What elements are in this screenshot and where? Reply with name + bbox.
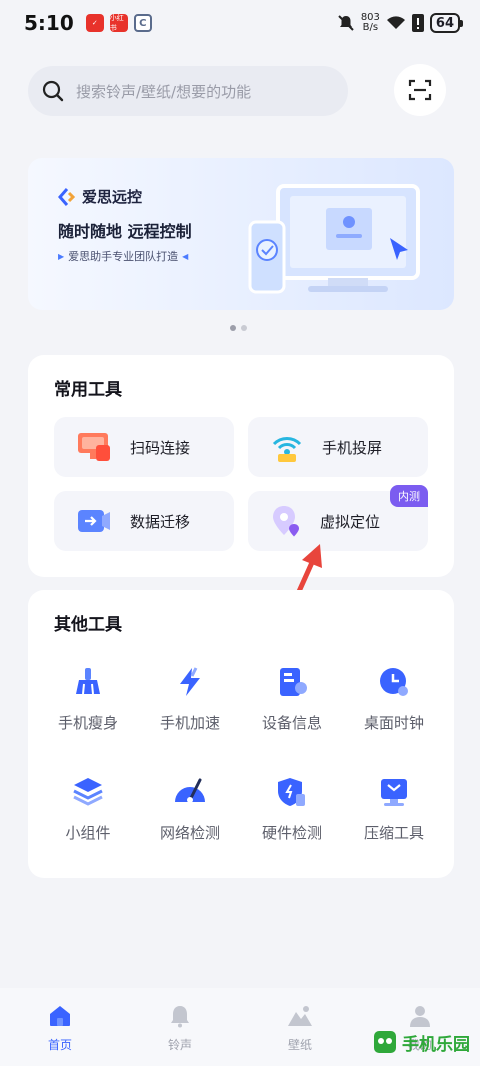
other-tools-title: 其他工具	[54, 615, 122, 635]
tool-label: 桌面时钟	[363, 714, 424, 732]
screen-cast-icon	[272, 437, 302, 462]
beta-badge: 内测	[390, 485, 428, 507]
nav-home[interactable]: 首页	[0, 988, 120, 1066]
nav-label: 铃声	[167, 1038, 192, 1052]
data-migrate-icon	[78, 510, 110, 532]
search-placeholder: 搜索铃声/壁纸/想要的功能	[76, 82, 252, 101]
tool-label: 硬件检测	[261, 824, 322, 842]
virtual-location-icon	[273, 506, 299, 537]
promo-banner[interactable]: 爱思远控 随时随地 远程控制 ▶ 爱思助手专业团队打造 ◀	[28, 158, 454, 310]
search-input[interactable]: 搜索铃声/壁纸/想要的功能	[28, 66, 348, 116]
banner-subline-text: 爱思助手专业团队打造	[68, 250, 179, 263]
tool-phone-slim[interactable]: 手机瘦身	[36, 666, 140, 733]
lightning-icon	[180, 667, 200, 696]
gauge-icon	[175, 778, 205, 803]
triangle-right-icon: ▶	[58, 251, 65, 261]
status-time: 5:10	[24, 11, 74, 35]
device-info-icon	[280, 668, 307, 696]
scan-connect-icon	[78, 433, 110, 461]
banner-logo-text: 爱思远控	[82, 188, 143, 206]
speed-unit: B/s	[362, 22, 379, 33]
banner-headline: 随时随地 远程控制	[58, 222, 192, 241]
tool-label: 手机投屏	[322, 438, 383, 457]
bell-icon	[171, 1006, 189, 1028]
status-right: 803 B/s 64	[337, 13, 464, 33]
brand-logo-icon	[58, 187, 76, 206]
common-tools-card: 常用工具 扫码连接 手机投屏 数据迁移 虚拟定位 内测	[28, 355, 454, 577]
scan-button[interactable]	[394, 64, 446, 116]
watermark-text: 手机乐园	[402, 1034, 470, 1055]
remote-desktop-illustration	[248, 184, 420, 294]
tool-virtual-location[interactable]: 虚拟定位 内测	[248, 485, 428, 551]
banner-subline: ▶ 爱思助手专业团队打造 ◀	[58, 248, 188, 264]
carousel-dot[interactable]	[241, 325, 247, 331]
tool-label: 网络检测	[159, 824, 220, 842]
nav-ringtone[interactable]: 铃声	[120, 988, 240, 1066]
app-c-icon: C	[133, 14, 152, 32]
tool-label: 虚拟定位	[320, 512, 381, 531]
other-tools-card: 其他工具 手机瘦身 手机加速 设备信息 桌面时钟 小组件 网络检测 硬件检测 压…	[28, 590, 454, 878]
nav-wallpaper[interactable]: 壁纸	[240, 988, 360, 1066]
broom-icon	[76, 668, 100, 695]
tool-label: 压缩工具	[363, 824, 424, 842]
shield-icon	[278, 778, 305, 806]
status-bar: 5:10 ✓ 小红书 C 803 B/s 64	[0, 0, 480, 46]
home-icon	[50, 1006, 70, 1026]
clock-icon	[380, 668, 408, 696]
nav-label: 首页	[47, 1038, 72, 1052]
network-speed: 803 B/s	[361, 13, 380, 33]
status-app-icon: ✓	[85, 14, 104, 32]
mountain-icon	[288, 1006, 312, 1026]
triangle-left-icon: ◀	[182, 251, 189, 261]
common-tools-title: 常用工具	[54, 380, 122, 400]
banner-logo: 爱思远控	[58, 186, 142, 207]
alert-icon	[411, 14, 424, 32]
tool-network-test[interactable]: 网络检测	[138, 776, 242, 843]
tool-label: 手机加速	[159, 714, 220, 732]
tool-compress[interactable]: 压缩工具	[342, 776, 446, 843]
tool-label: 设备信息	[261, 714, 322, 732]
nav-label: 壁纸	[287, 1038, 312, 1052]
scan-icon	[408, 79, 432, 101]
xiaohongshu-icon: 小红书	[109, 14, 128, 32]
battery-level: 64	[435, 15, 454, 31]
tool-data-migrate[interactable]: 数据迁移	[54, 491, 234, 551]
battery-indicator: 64	[429, 13, 464, 33]
carousel-indicator	[230, 325, 247, 331]
tool-hardware-test[interactable]: 硬件检测	[240, 776, 344, 843]
tool-widgets[interactable]: 小组件	[36, 776, 140, 843]
tool-device-info[interactable]: 设备信息	[240, 666, 344, 733]
tool-label: 小组件	[65, 824, 111, 842]
compress-icon	[381, 779, 407, 806]
layers-icon	[73, 778, 103, 806]
tool-scan-connect[interactable]: 扫码连接	[54, 417, 234, 477]
tool-label: 数据迁移	[130, 512, 191, 531]
tool-screen-cast[interactable]: 手机投屏	[248, 417, 428, 477]
watermark: 手机乐园	[372, 1024, 472, 1060]
watermark-logo-icon	[374, 1031, 396, 1053]
tool-desktop-clock[interactable]: 桌面时钟	[342, 666, 446, 733]
tool-phone-speed[interactable]: 手机加速	[138, 666, 242, 733]
wifi-icon	[386, 16, 405, 29]
tool-label: 手机瘦身	[57, 714, 118, 732]
search-icon	[42, 80, 64, 102]
tool-label: 扫码连接	[130, 438, 191, 457]
mute-bell-icon	[338, 15, 354, 31]
carousel-dot-active[interactable]	[230, 325, 236, 331]
